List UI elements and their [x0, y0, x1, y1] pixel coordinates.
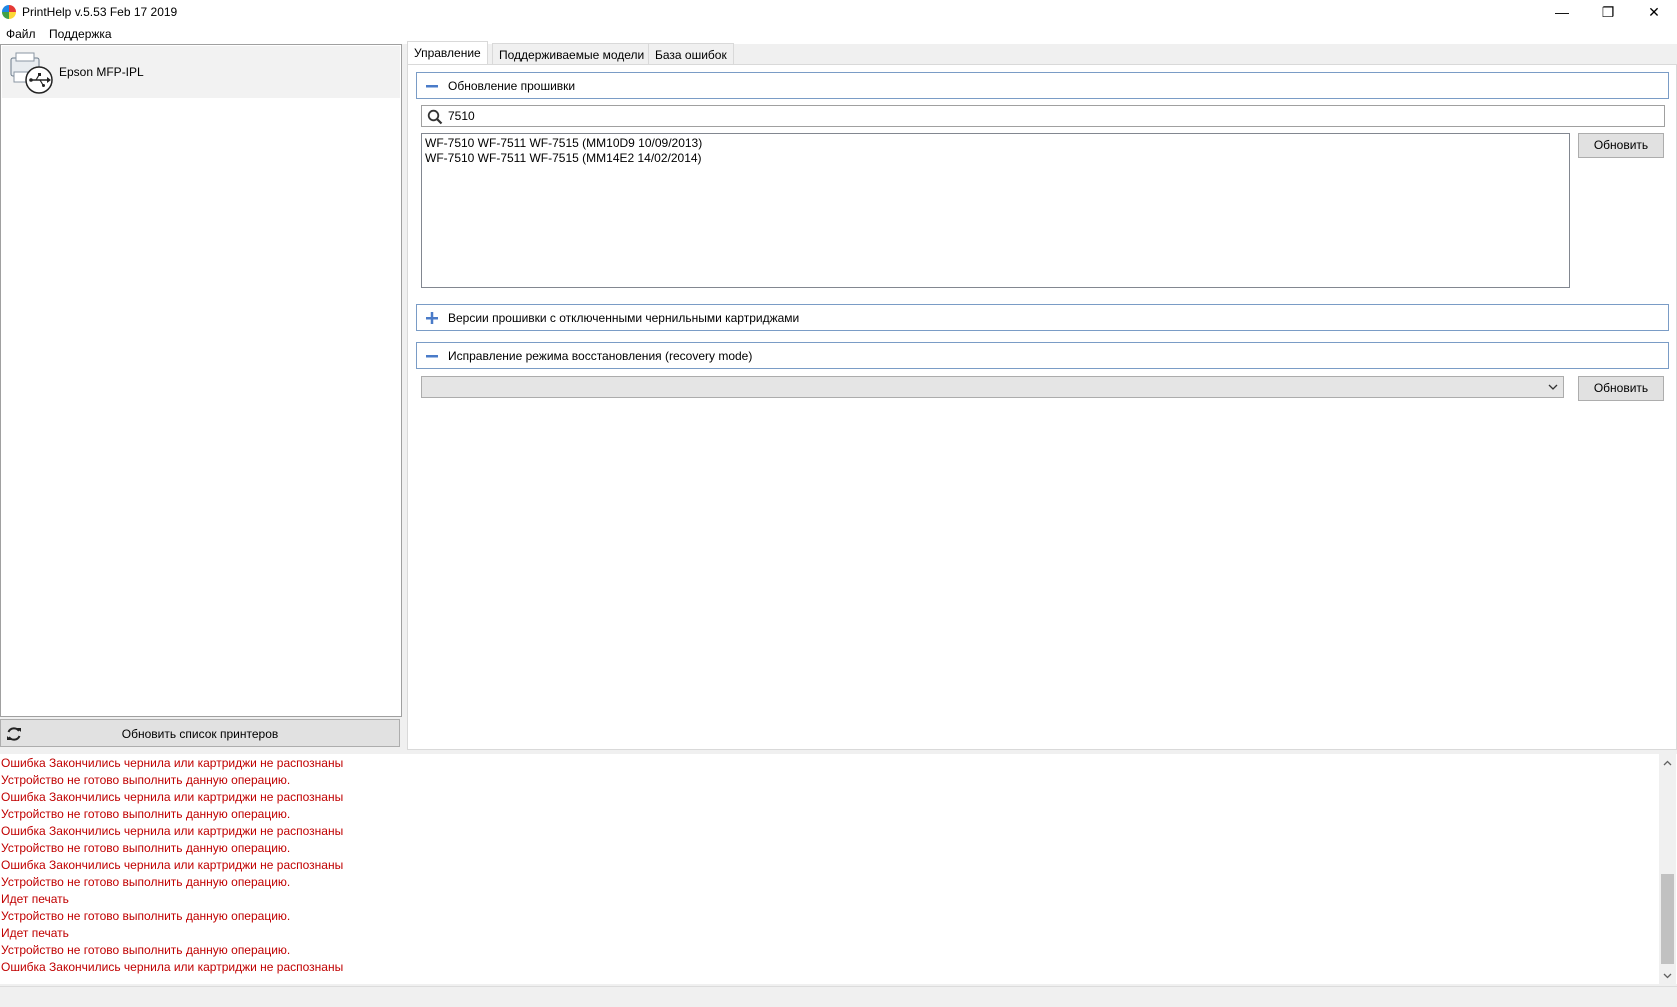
recovery-mode-title: Исправление режима восстановления (recov…	[448, 349, 753, 363]
search-input[interactable]	[448, 108, 1648, 124]
scroll-up-button[interactable]	[1659, 754, 1676, 771]
log-line: Устройство не готово выполнить данную оп…	[1, 841, 291, 855]
printer-item[interactable]: Epson MFP-IPL	[2, 46, 400, 98]
log-line: Ошибка Закончились чернила или картриджи…	[1, 756, 344, 770]
menu-support[interactable]: Поддержка	[49, 27, 112, 41]
expand-plus-icon	[426, 312, 438, 324]
log-line: Идет печать	[1, 892, 69, 906]
collapse-minus-icon	[426, 85, 438, 88]
chevron-down-icon	[1663, 973, 1672, 978]
menu-bar: Файл Поддержка	[0, 24, 1677, 44]
log-line: Ошибка Закончились чернила или картриджи…	[1, 790, 344, 804]
maximize-button[interactable]: ❐	[1585, 0, 1631, 24]
status-bar	[0, 986, 1677, 1007]
chevron-up-icon	[1663, 760, 1672, 765]
firmware-no-chip-header[interactable]: Версии прошивки с отключенными чернильны…	[416, 304, 1669, 331]
refresh-printers-label: Обновить список принтеров	[121, 727, 279, 741]
log-line: Ошибка Закончились чернила или картриджи…	[1, 824, 344, 838]
firmware-list[interactable]: WF-7510 WF-7511 WF-7515 (MM10D9 10/09/20…	[421, 133, 1570, 288]
minimize-button[interactable]: —	[1539, 0, 1585, 24]
menu-file[interactable]: Файл	[6, 27, 36, 41]
list-item[interactable]: WF-7510 WF-7511 WF-7515 (MM10D9 10/09/20…	[425, 136, 702, 150]
log-line: Ошибка Закончились чернила или картриджи…	[1, 960, 344, 974]
collapse-minus-icon	[426, 355, 438, 358]
log-line: Устройство не готово выполнить данную оп…	[1, 943, 291, 957]
log-line: Идет печать	[1, 926, 69, 940]
log-line: Устройство не готово выполнить данную оп…	[1, 773, 291, 787]
recovery-select[interactable]	[421, 376, 1564, 398]
log-panel: Ошибка Закончились чернила или картриджи…	[0, 754, 1677, 984]
tab-control[interactable]: Управление	[407, 41, 488, 65]
printer-usb-icon	[10, 52, 53, 94]
log-line: Устройство не готово выполнить данную оп…	[1, 909, 291, 923]
scroll-thumb[interactable]	[1661, 874, 1674, 964]
printer-name: Epson MFP-IPL	[59, 65, 144, 79]
printer-list: Epson MFP-IPL	[0, 44, 402, 717]
recovery-mode-header[interactable]: Исправление режима восстановления (recov…	[416, 342, 1669, 369]
recovery-update-button[interactable]: Обновить	[1578, 376, 1664, 401]
log-line: Ошибка Закончились чернила или картриджи…	[1, 858, 344, 872]
app-logo-icon	[2, 5, 16, 19]
chevron-down-icon	[1548, 384, 1558, 390]
log-line: Устройство не готово выполнить данную оп…	[1, 807, 291, 821]
firmware-update-button[interactable]: Обновить	[1578, 133, 1664, 158]
firmware-update-header[interactable]: Обновление прошивки	[416, 72, 1669, 99]
close-button[interactable]: ✕	[1631, 0, 1677, 24]
firmware-update-title: Обновление прошивки	[448, 79, 576, 93]
tab-error-database[interactable]: База ошибок	[648, 43, 734, 64]
log-scrollbar[interactable]	[1659, 754, 1676, 984]
tab-supported-models[interactable]: Поддерживаемые модели	[492, 43, 652, 64]
window-title: PrintHelp v.5.53 Feb 17 2019	[22, 5, 178, 19]
search-icon	[427, 109, 443, 125]
title-bar: PrintHelp v.5.53 Feb 17 2019 — ❐ ✕	[0, 0, 1677, 24]
scroll-down-button[interactable]	[1659, 967, 1676, 984]
firmware-no-chip-title: Версии прошивки с отключенными чернильны…	[448, 311, 800, 325]
log-line: Устройство не готово выполнить данную оп…	[1, 875, 291, 889]
list-item[interactable]: WF-7510 WF-7511 WF-7515 (MM14E2 14/02/20…	[425, 151, 702, 165]
search-box[interactable]	[421, 105, 1665, 127]
refresh-printers-button[interactable]: Обновить список принтеров	[0, 719, 400, 747]
